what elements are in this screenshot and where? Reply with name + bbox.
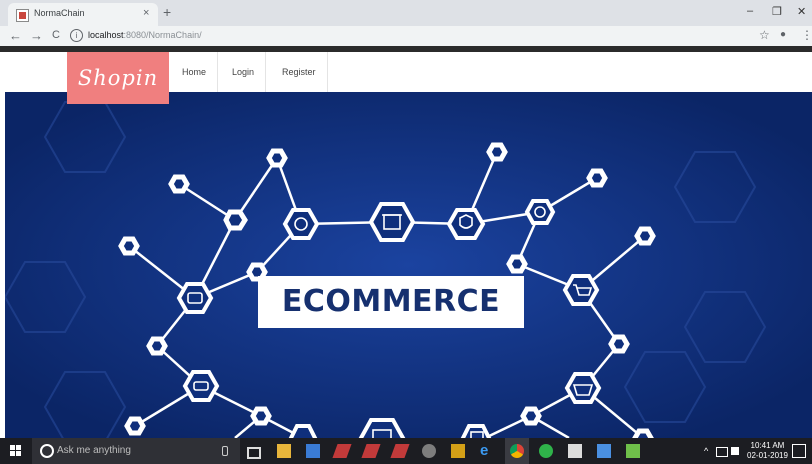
app-icon[interactable] bbox=[361, 444, 381, 458]
reload-button[interactable]: C bbox=[52, 29, 60, 41]
info-icon[interactable]: i bbox=[70, 29, 83, 42]
forward-button[interactable]: → bbox=[30, 28, 43, 43]
menu-icon[interactable]: ⋮ bbox=[801, 28, 812, 42]
address-bar[interactable]: i localhost:8080/NormaChain/ bbox=[70, 28, 760, 44]
taskbar-search[interactable]: Ask me anything bbox=[32, 438, 240, 464]
browser-toolbar: ← → C i localhost:8080/NormaChain/ ☆ ● ⋮ bbox=[0, 26, 812, 46]
microphone-icon[interactable] bbox=[222, 446, 228, 456]
hero-banner: ECOMMERCE bbox=[5, 92, 812, 438]
app-icon[interactable] bbox=[626, 444, 640, 458]
start-button[interactable] bbox=[10, 445, 22, 457]
web-page: Shopin Home Login Register ECOMMERCE bbox=[0, 52, 812, 438]
hero-title: ECOMMERCE bbox=[258, 276, 524, 328]
network-icon[interactable] bbox=[716, 447, 728, 457]
chrome-icon[interactable] bbox=[505, 438, 529, 464]
edge-icon[interactable]: e bbox=[480, 442, 494, 459]
tab-title: NormaChain bbox=[34, 8, 85, 18]
minimize-button[interactable]: – bbox=[747, 5, 753, 17]
tab-strip: NormaChain × + – ❐ ✕ bbox=[0, 0, 812, 26]
app-icon[interactable] bbox=[597, 444, 611, 458]
ecommerce-network-graphic bbox=[5, 92, 812, 438]
tray-arrow-icon[interactable]: ^ bbox=[704, 446, 708, 456]
address-host: localhost bbox=[88, 30, 124, 40]
clock-date: 02-01-2019 bbox=[747, 451, 788, 460]
site-navbar: Shopin Home Login Register bbox=[0, 52, 812, 104]
notification-icon[interactable] bbox=[792, 444, 806, 458]
clock-time: 10:41 AM bbox=[750, 441, 785, 450]
profile-icon[interactable]: ● bbox=[780, 29, 786, 40]
app-icon[interactable] bbox=[306, 444, 320, 458]
app-icon[interactable] bbox=[568, 444, 582, 458]
nav-register-link[interactable]: Register bbox=[271, 52, 328, 92]
close-window-button[interactable]: ✕ bbox=[797, 5, 806, 18]
task-view-icon[interactable] bbox=[247, 447, 261, 459]
address-url: localhost:8080/NormaChain/ bbox=[88, 30, 202, 40]
browser-tab[interactable]: NormaChain × bbox=[8, 3, 158, 26]
favicon-icon bbox=[16, 9, 29, 22]
app-icon[interactable] bbox=[451, 444, 465, 458]
cortana-icon bbox=[40, 444, 54, 458]
app-icon[interactable] bbox=[539, 444, 553, 458]
site-logo[interactable]: Shopin bbox=[67, 52, 169, 104]
app-icon[interactable] bbox=[332, 444, 352, 458]
nav-home-link[interactable]: Home bbox=[171, 52, 219, 92]
app-icon[interactable] bbox=[422, 444, 436, 458]
new-tab-button[interactable]: + bbox=[163, 4, 171, 20]
app-icon[interactable] bbox=[390, 444, 410, 458]
back-button[interactable]: ← bbox=[9, 28, 22, 43]
maximize-button[interactable]: ❐ bbox=[772, 5, 782, 18]
search-placeholder: Ask me anything bbox=[57, 445, 131, 456]
windows-taskbar: Ask me anything e ^ 10:41 AM 02-01-2019 bbox=[0, 438, 812, 464]
nav-login-link[interactable]: Login bbox=[221, 52, 267, 92]
bookmark-star-icon[interactable]: ☆ bbox=[759, 28, 770, 42]
tab-close-icon[interactable]: × bbox=[143, 7, 149, 19]
taskbar-clock[interactable]: 10:41 AM 02-01-2019 bbox=[747, 441, 788, 461]
file-explorer-icon[interactable] bbox=[277, 444, 291, 458]
volume-icon[interactable] bbox=[731, 447, 739, 455]
address-path: :8080/NormaChain/ bbox=[123, 30, 202, 40]
